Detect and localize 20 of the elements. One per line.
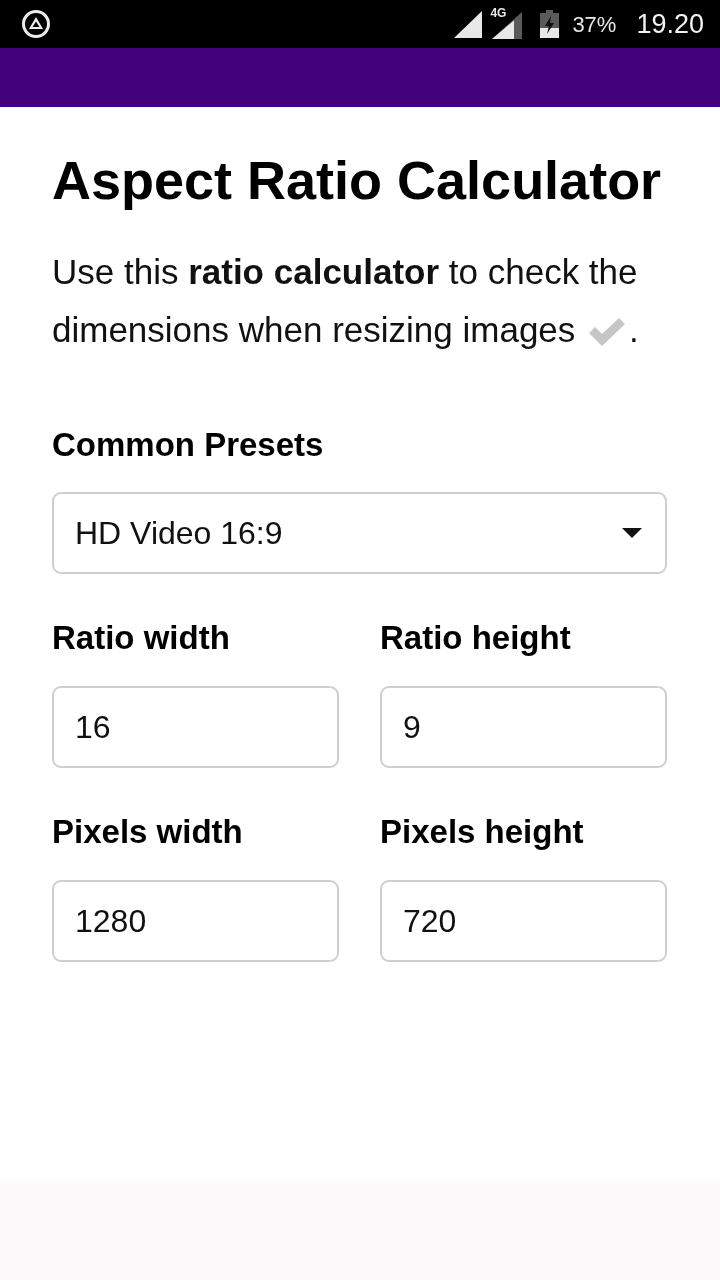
network-type-label: 4G [490, 6, 507, 20]
clock-time: 19.20 [636, 8, 704, 40]
field-label: Common Presets [52, 425, 325, 465]
input-field[interactable]: 9 [380, 686, 667, 768]
field-label: Ratio height [380, 618, 572, 658]
checkmark-icon [589, 318, 626, 346]
presets-dropdown[interactable]: HD Video 16:9 [52, 492, 667, 574]
field-label: Pixels width [52, 812, 244, 852]
caret-icon [622, 528, 642, 538]
battery-charging-icon [540, 10, 560, 38]
description-text: Use this ratio calculator to check the dimensions when resizing images . [52, 251, 640, 351]
page-title: Aspect Ratio Calculator [52, 149, 663, 211]
launcher-icon [22, 10, 50, 38]
battery-percentage: 37% [572, 10, 617, 39]
input-field[interactable]: 1280 [52, 880, 339, 962]
field-label: Ratio width [52, 618, 231, 658]
input-field[interactable]: 16 [52, 686, 339, 768]
field-label: Pixels height [380, 812, 585, 852]
signal-icon [454, 10, 483, 38]
input-field[interactable]: 720 [380, 880, 667, 962]
